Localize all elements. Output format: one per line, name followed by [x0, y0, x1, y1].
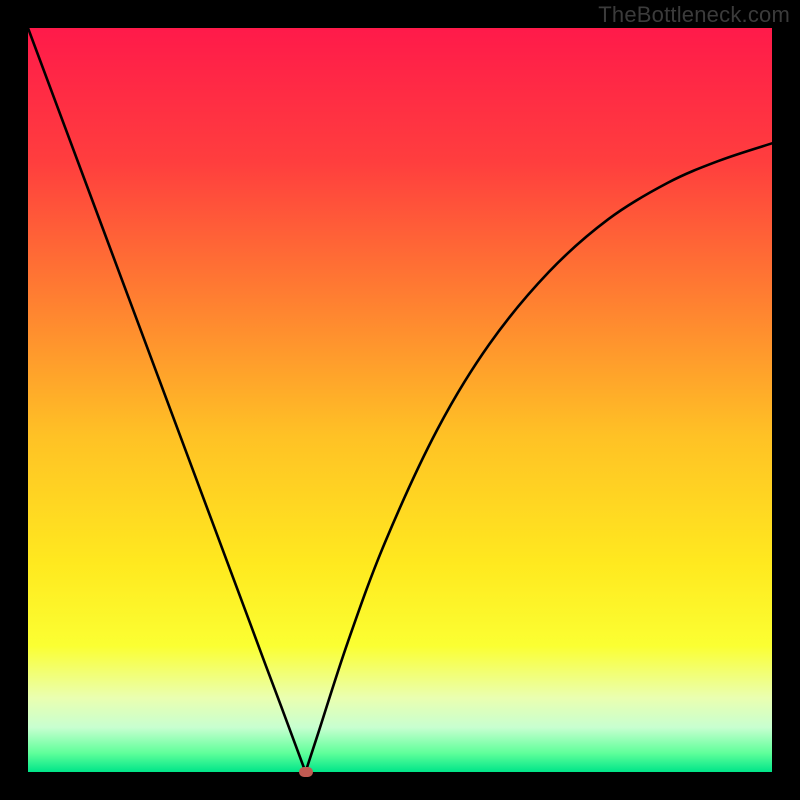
watermark-text: TheBottleneck.com [598, 2, 790, 28]
chart-frame: TheBottleneck.com [0, 0, 800, 800]
plot-area [28, 28, 772, 772]
optimal-point-marker [299, 767, 313, 777]
bottleneck-curve [28, 28, 772, 772]
